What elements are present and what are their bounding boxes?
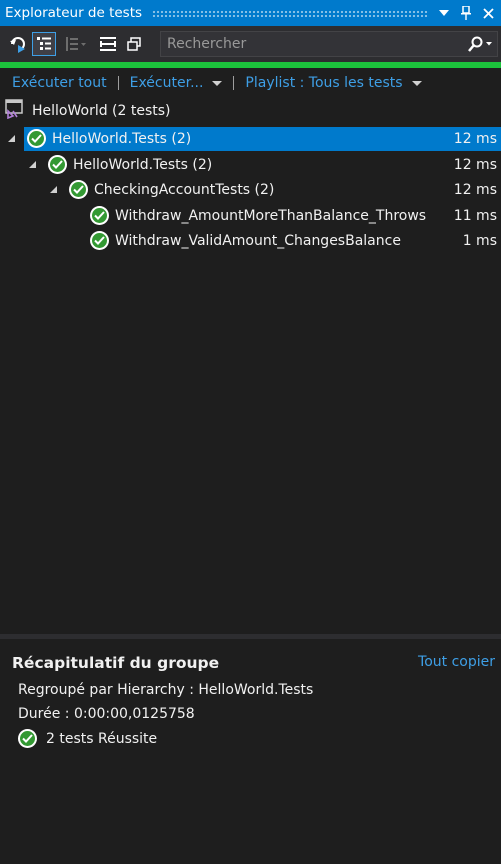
title-drag-grip[interactable] — [152, 9, 429, 17]
summary-title: Récapitulatif du groupe — [12, 654, 220, 672]
run-all-link[interactable]: Exécuter tout — [12, 75, 107, 91]
playlist-dropdown-label: Playlist : Tous les tests — [245, 75, 403, 91]
chevron-down-icon — [212, 80, 223, 86]
playlist-dropdown[interactable]: Playlist : Tous les tests — [245, 75, 422, 91]
panel-splitter[interactable] — [0, 634, 501, 639]
result-line: 2 tests Réussite — [18, 729, 157, 748]
tree-row[interactable]: Withdraw_ValidAmount_ChangesBalance 1 ms — [0, 229, 501, 253]
run-dropdown-label: Exécuter... — [129, 75, 204, 91]
project-row[interactable]: HelloWorld (2 tests) — [0, 99, 171, 123]
tree-row-label: HelloWorld.Tests (2) — [52, 131, 192, 147]
project-label: HelloWorld (2 tests) — [32, 103, 171, 119]
search-icon[interactable] — [463, 32, 497, 56]
copy-all-link[interactable]: Tout copier — [418, 654, 495, 670]
tree-row-duration: 12 ms — [453, 182, 497, 198]
tree-row-label: Withdraw_AmountMoreThanBalance_Throws — [115, 207, 427, 224]
test-run-progress-bar — [0, 62, 501, 68]
tree-row[interactable]: HelloWorld.Tests (2) 12 ms — [0, 127, 501, 151]
separator — [233, 76, 235, 90]
toolbar: Rechercher — [0, 26, 501, 62]
passed-check-icon — [69, 180, 88, 199]
hierarchy-view-icon[interactable] — [32, 32, 56, 56]
search-input[interactable]: Rechercher — [161, 36, 463, 52]
passed-check-icon — [90, 205, 109, 225]
command-bar: Exécuter tout Exécuter... Playlist : Tou… — [0, 70, 501, 96]
passed-check-icon — [90, 231, 109, 250]
passed-check-icon — [48, 154, 67, 174]
result-text: 2 tests Réussite — [46, 730, 158, 747]
search-box[interactable]: Rechercher — [160, 31, 498, 57]
tree-row[interactable]: Withdraw_AmountMoreThanBalance_Throws 11 … — [0, 204, 501, 228]
tree-row-duration: 12 ms — [453, 156, 497, 173]
chevron-down-icon — [411, 80, 422, 86]
passed-check-icon — [27, 129, 46, 148]
solution-project-icon — [5, 99, 23, 123]
tree-row-label: Withdraw_ValidAmount_ChangesBalance — [115, 233, 401, 249]
tree-row-duration: 12 ms — [453, 131, 497, 147]
tree-row[interactable]: HelloWorld.Tests (2) 12 ms — [0, 153, 501, 177]
group-by-icon[interactable] — [58, 32, 94, 56]
pin-icon[interactable] — [459, 6, 473, 20]
expander-triangle-icon[interactable] — [29, 160, 36, 168]
separator — [117, 76, 119, 90]
expander-triangle-icon[interactable] — [8, 135, 15, 142]
window-position-dropdown-icon[interactable] — [437, 6, 451, 20]
tree-row-label: HelloWorld.Tests (2) — [73, 156, 213, 173]
duration-text: Durée : 0:00:00,0125758 — [18, 706, 195, 722]
expand-all-icon[interactable] — [96, 32, 120, 56]
grouped-by-text: Regroupé par Hierarchy : HelloWorld.Test… — [18, 682, 314, 698]
tree-row-duration: 1 ms — [462, 233, 497, 249]
window-title: Explorateur de tests — [5, 5, 143, 21]
tree-row-label: CheckingAccountTests (2) — [94, 182, 275, 198]
expander-triangle-icon[interactable] — [50, 186, 57, 193]
close-icon[interactable] — [481, 6, 495, 20]
run-refresh-icon[interactable] — [6, 32, 30, 56]
tree-row[interactable]: CheckingAccountTests (2) 12 ms — [0, 178, 501, 202]
tree-row-duration: 11 ms — [453, 207, 497, 224]
progress-fill — [0, 62, 501, 68]
run-dropdown[interactable]: Exécuter... — [130, 75, 223, 91]
title-bar: Explorateur de tests — [0, 0, 501, 26]
passed-check-icon — [18, 729, 37, 748]
copy-window-icon[interactable] — [122, 32, 146, 56]
